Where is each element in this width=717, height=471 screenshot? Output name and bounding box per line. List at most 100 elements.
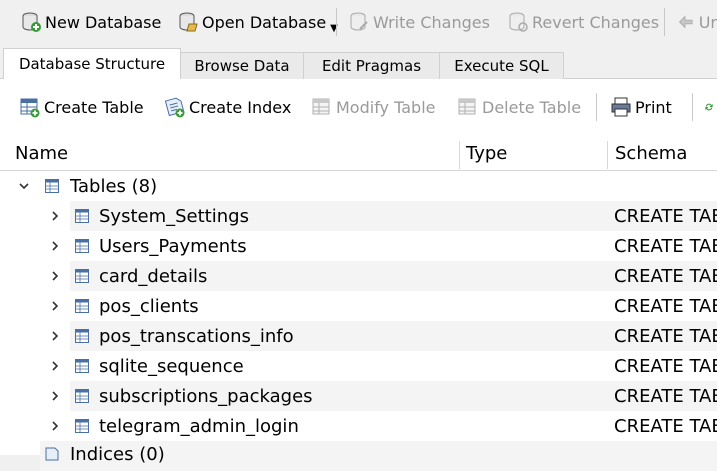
modify-table-button[interactable]: Modify Table (311, 93, 435, 121)
column-separator[interactable] (459, 141, 460, 169)
table-schema: CREATE TABLE (614, 325, 717, 347)
table-row[interactable]: pos_clients CREATE TABLE (0, 291, 717, 321)
undo-arrow-icon (678, 15, 693, 29)
create-table-label: Create Table (44, 97, 144, 117)
column-header-label: Schema (615, 142, 688, 164)
tab-browse-data[interactable]: Browse Data (180, 52, 304, 79)
table-icon (75, 359, 89, 373)
open-database-icon (179, 12, 198, 32)
chevron-down-icon[interactable] (16, 171, 32, 201)
table-schema: CREATE TABLE (614, 235, 717, 257)
database-structure-panel: Create Table Create Index Modify Table D… (0, 79, 717, 471)
table-icon (75, 329, 89, 343)
delete-table-button[interactable]: Delete Table (457, 93, 581, 121)
create-table-icon (20, 98, 40, 118)
table-icon (75, 239, 89, 253)
table-icon (75, 269, 89, 283)
table-icon (75, 209, 89, 223)
toolbar-separator (596, 93, 597, 121)
table-name: pos_clients (99, 295, 199, 317)
table-schema: CREATE TABLE (614, 205, 717, 227)
structure-toolbar: Create Table Create Index Modify Table D… (0, 79, 717, 135)
refresh-icon (705, 103, 713, 111)
tables-group-icon (45, 179, 59, 193)
write-changes-button[interactable]: Write Changes (348, 0, 490, 44)
table-schema: CREATE TABLE (614, 265, 717, 287)
table-row[interactable]: card_details CREATE TABLE (0, 261, 717, 291)
table-name: subscriptions_packages (99, 385, 313, 407)
toolbar-separator (336, 8, 337, 36)
create-index-button[interactable]: Create Index (164, 93, 291, 121)
chevron-right-icon[interactable] (47, 321, 63, 351)
column-header-name[interactable]: Name (15, 135, 68, 171)
table-schema: CREATE TABLE (614, 385, 717, 407)
table-row[interactable]: telegram_admin_login CREATE TABLE (0, 411, 717, 441)
chevron-right-icon[interactable] (47, 351, 63, 381)
indices-group-icon (45, 447, 59, 461)
tree-group-label: Indices (0) (70, 443, 165, 465)
chevron-right-icon[interactable] (47, 231, 63, 261)
table-icon (75, 299, 89, 313)
new-database-button[interactable]: New Database (20, 0, 161, 44)
column-separator[interactable] (607, 141, 608, 169)
undo-button[interactable]: Ur (676, 0, 717, 44)
new-database-label: New Database (45, 12, 162, 32)
toolbar-separator (664, 8, 665, 36)
print-button[interactable]: Print (610, 93, 672, 121)
table-schema: CREATE TABLE (614, 415, 717, 437)
table-name: telegram_admin_login (99, 415, 299, 437)
tree-group-indices[interactable]: Indices (0) (0, 441, 717, 471)
tab-label: Edit Pragmas (321, 57, 422, 75)
tab-database-structure[interactable]: Database Structure (3, 48, 181, 79)
table-row[interactable]: Users_Payments CREATE TABLE (0, 231, 717, 261)
modify-table-label: Modify Table (336, 97, 436, 117)
delete-table-icon (458, 98, 476, 115)
create-index-label: Create Index (189, 97, 292, 117)
chevron-right-icon[interactable] (47, 201, 63, 231)
main-toolbar: New Database Open Database ▼ Write Chang… (0, 0, 717, 44)
tree-group-tables[interactable]: Tables (8) (0, 171, 717, 201)
revert-changes-button[interactable]: Revert Changes (507, 0, 659, 44)
revert-changes-label: Revert Changes (532, 12, 660, 32)
create-table-button[interactable]: Create Table (19, 93, 144, 121)
table-name: sqlite_sequence (99, 355, 244, 377)
table-name: card_details (99, 265, 208, 287)
table-name: Users_Payments (99, 235, 247, 257)
refresh-button[interactable] (704, 93, 717, 121)
print-label: Print (635, 97, 672, 117)
open-database-button[interactable]: Open Database ▼ (177, 0, 338, 44)
undo-label: Ur (698, 12, 717, 32)
open-database-label: Open Database (202, 12, 327, 32)
table-row[interactable]: System_Settings CREATE TABLE (0, 201, 717, 231)
create-index-icon (164, 97, 185, 118)
tab-label: Database Structure (18, 55, 166, 73)
column-header-label: Name (15, 142, 69, 164)
table-name: pos_transcations_info (99, 325, 294, 347)
tab-label: Browse Data (194, 57, 290, 75)
table-schema: CREATE TABLE (614, 295, 717, 317)
modify-table-icon (312, 98, 330, 115)
tab-execute-sql[interactable]: Execute SQL (439, 52, 564, 79)
table-icon (75, 389, 89, 403)
tab-label: Execute SQL (454, 57, 549, 75)
write-changes-label: Write Changes (373, 12, 490, 32)
new-database-icon (22, 12, 41, 32)
column-header-type[interactable]: Type (466, 135, 507, 171)
delete-table-label: Delete Table (482, 97, 582, 117)
chevron-right-icon[interactable] (47, 261, 63, 291)
chevron-right-icon[interactable] (47, 411, 63, 441)
chevron-right-icon[interactable] (47, 381, 63, 411)
revert-changes-icon (509, 12, 528, 32)
tree-header: Name Type Schema (0, 135, 717, 171)
chevron-right-icon[interactable] (47, 291, 63, 321)
write-changes-icon (350, 12, 368, 31)
table-icon (75, 419, 89, 433)
table-row[interactable]: subscriptions_packages CREATE TABLE (0, 381, 717, 411)
table-row[interactable]: sqlite_sequence CREATE TABLE (0, 351, 717, 381)
column-header-schema[interactable]: Schema (615, 135, 687, 171)
table-schema: CREATE TABLE (614, 355, 717, 377)
tree-group-label: Tables (8) (70, 175, 158, 197)
tab-edit-pragmas[interactable]: Edit Pragmas (303, 52, 440, 79)
table-name: System_Settings (99, 205, 249, 227)
table-row[interactable]: pos_transcations_info CREATE TABLE (0, 321, 717, 351)
